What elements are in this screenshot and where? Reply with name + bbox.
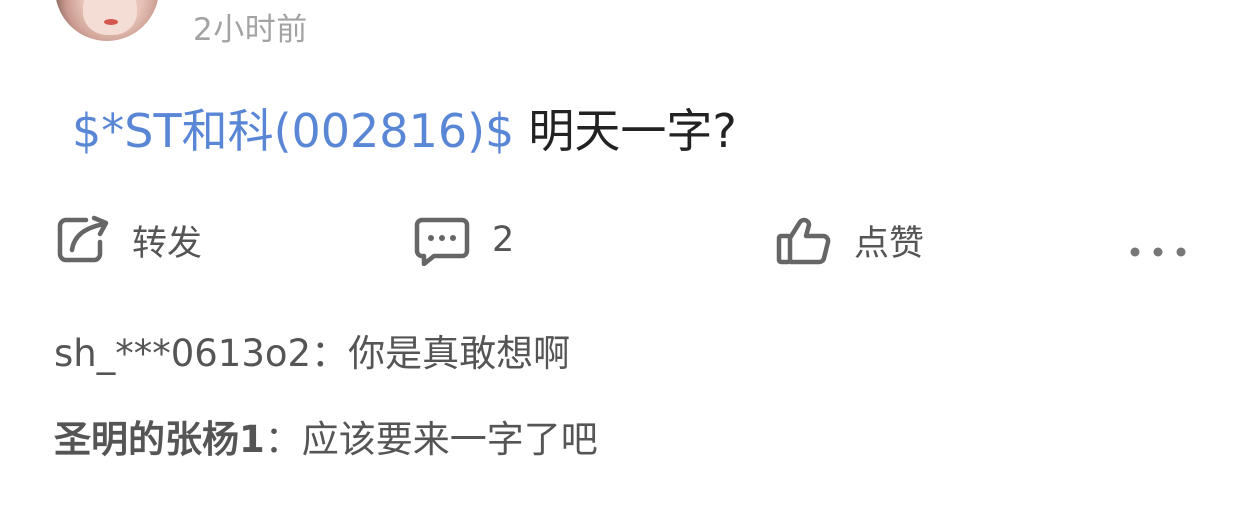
more-options-button[interactable] <box>1128 224 1188 280</box>
comment-text: 应该要来一字了吧 <box>301 418 598 461</box>
post-content: $*ST和科(002816)$ 明天一字? <box>72 95 737 161</box>
stock-tag-link[interactable]: $*ST和科(002816)$ <box>72 104 514 158</box>
forward-button[interactable]: 转发 <box>56 212 202 268</box>
avatar-lips <box>104 19 118 25</box>
more-dots-icon <box>1128 246 1188 258</box>
comment-item[interactable]: sh_***0613o2：你是真敢想啊 <box>54 327 570 381</box>
comment-text: 你是真敢想啊 <box>348 332 571 375</box>
like-button[interactable]: 点赞 <box>776 212 924 268</box>
avatar-face <box>83 0 137 35</box>
comment-item[interactable]: 圣明的张杨1：应该要来一字了吧 <box>54 413 598 467</box>
like-label: 点赞 <box>854 223 925 264</box>
comment-separator: ： <box>264 418 302 461</box>
share-icon <box>56 214 110 266</box>
post-timestamp: 2小时前 <box>193 12 308 48</box>
comment-button[interactable]: 2 <box>414 212 514 268</box>
action-bar: 转发 2 点赞 <box>0 212 1242 272</box>
user-avatar[interactable] <box>55 0 159 41</box>
thumbs-up-icon <box>776 214 832 266</box>
comment-username[interactable]: 圣明的张杨1 <box>54 418 265 461</box>
post-text: 明天一字? <box>528 104 737 158</box>
comment-icon <box>414 214 470 266</box>
forward-label: 转发 <box>132 223 203 264</box>
comment-count: 2 <box>492 220 515 260</box>
comment-username[interactable]: sh_***0613o2 <box>54 332 311 375</box>
comment-separator: ： <box>311 332 349 375</box>
comment-list: sh_***0613o2：你是真敢想啊 圣明的张杨1：应该要来一字了吧 <box>54 327 598 461</box>
